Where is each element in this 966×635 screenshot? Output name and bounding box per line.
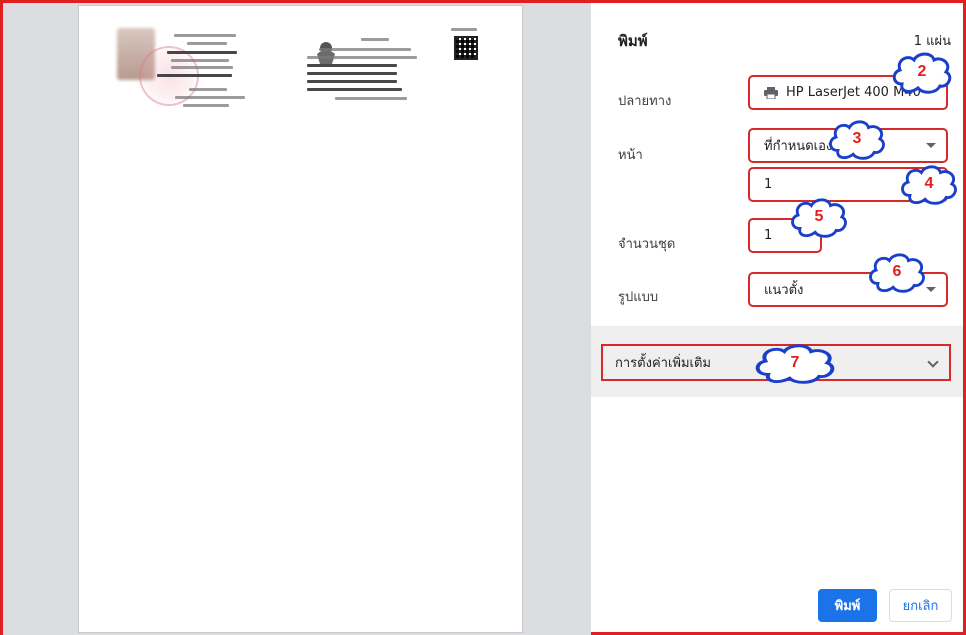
- more-settings-label: การตั้งค่าเพิ่มเติม: [615, 356, 711, 371]
- callout-number: 7: [790, 354, 800, 371]
- custom-pages-value: 1: [764, 177, 773, 192]
- dropdown-arrow-icon: [926, 143, 936, 148]
- print-button[interactable]: พิมพ์: [818, 589, 877, 622]
- copies-value: 1: [764, 228, 773, 243]
- qr-code: [454, 36, 478, 60]
- sheet-count: 1 แผ่น: [913, 34, 951, 49]
- callout-5: 5: [788, 196, 850, 238]
- pages-value: ที่กำหนดเอง: [764, 139, 833, 154]
- callout-number: 3: [852, 130, 862, 147]
- printer-icon: [764, 86, 778, 99]
- dialog-title: พิมพ์: [618, 32, 648, 50]
- layout-value: แนวตั้ง: [764, 283, 804, 298]
- callout-4: 4: [898, 163, 960, 205]
- callout-number: 2: [917, 63, 927, 80]
- callout-number: 6: [892, 263, 902, 280]
- cancel-button[interactable]: ยกเลิก: [889, 589, 952, 622]
- pages-label: หน้า: [618, 148, 643, 163]
- destination-label: ปลายทาง: [618, 94, 672, 109]
- callout-6: 6: [866, 251, 928, 293]
- print-settings-panel: พิมพ์ 1 แผ่น ปลายทาง HP LaserJet 400 M40…: [591, 3, 963, 632]
- callout-3: 3: [826, 118, 888, 160]
- preview-page: [78, 5, 523, 633]
- callout-2: 2: [890, 50, 954, 94]
- print-preview-pane: [3, 3, 591, 635]
- emblem-icon: [317, 42, 335, 64]
- chevron-down-icon: [927, 356, 939, 368]
- callout-number: 5: [814, 208, 824, 225]
- layout-label: รูปแบบ: [618, 290, 659, 305]
- callout-7: 7: [752, 342, 838, 384]
- callout-number: 4: [924, 175, 934, 192]
- copies-label: จำนวนชุด: [618, 237, 676, 252]
